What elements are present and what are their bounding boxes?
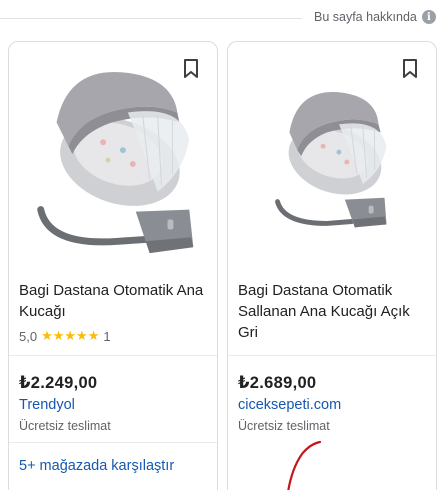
merchant-name[interactable]: Trendyol [19,397,75,413]
merchant-name[interactable]: ciceksepeti.com [238,397,341,413]
divider [0,18,302,19]
shipping-info: Ücretsiz teslimat [238,419,330,433]
product-card[interactable]: Bagi Dastana Otomatik Ana Kucağı 5,0 ★★★… [8,41,218,490]
product-title[interactable]: Bagi Dastana Otomatik Sallanan Ana Kucağ… [238,280,428,343]
bookmark-icon[interactable] [402,59,418,79]
compare-stores-link[interactable]: 5+ mağazada karşılaştır [19,458,174,474]
star-rating-icon: ★★★★★ [41,328,100,343]
rating-value: 5,0 [19,328,38,344]
about-this-page-link[interactable]: Bu sayfa hakkında i [314,10,436,24]
info-icon: i [421,10,436,24]
about-this-page-label: Bu sayfa hakkında [314,10,417,24]
product-card[interactable]: Bagi Dastana Otomatik Sallanan Ana Kucağ… [227,41,437,490]
top-bar: Bu sayfa hakkında i [0,0,445,40]
baby-swing-image [37,71,194,254]
divider [228,355,436,356]
product-price: ₺2.689,00 [238,374,317,392]
shipping-info: Ücretsiz teslimat [19,419,111,433]
red-annotation-mark [287,440,322,490]
divider [9,355,217,356]
product-rating: 5,0 ★★★★★ 1 [19,328,111,344]
review-count: 1 [103,328,111,344]
product-price: ₺2.249,00 [19,374,98,392]
bookmark-icon[interactable] [183,59,199,79]
baby-swing-image [275,92,387,228]
product-title[interactable]: Bagi Dastana Otomatik Ana Kucağı [19,280,209,322]
divider [9,442,217,443]
